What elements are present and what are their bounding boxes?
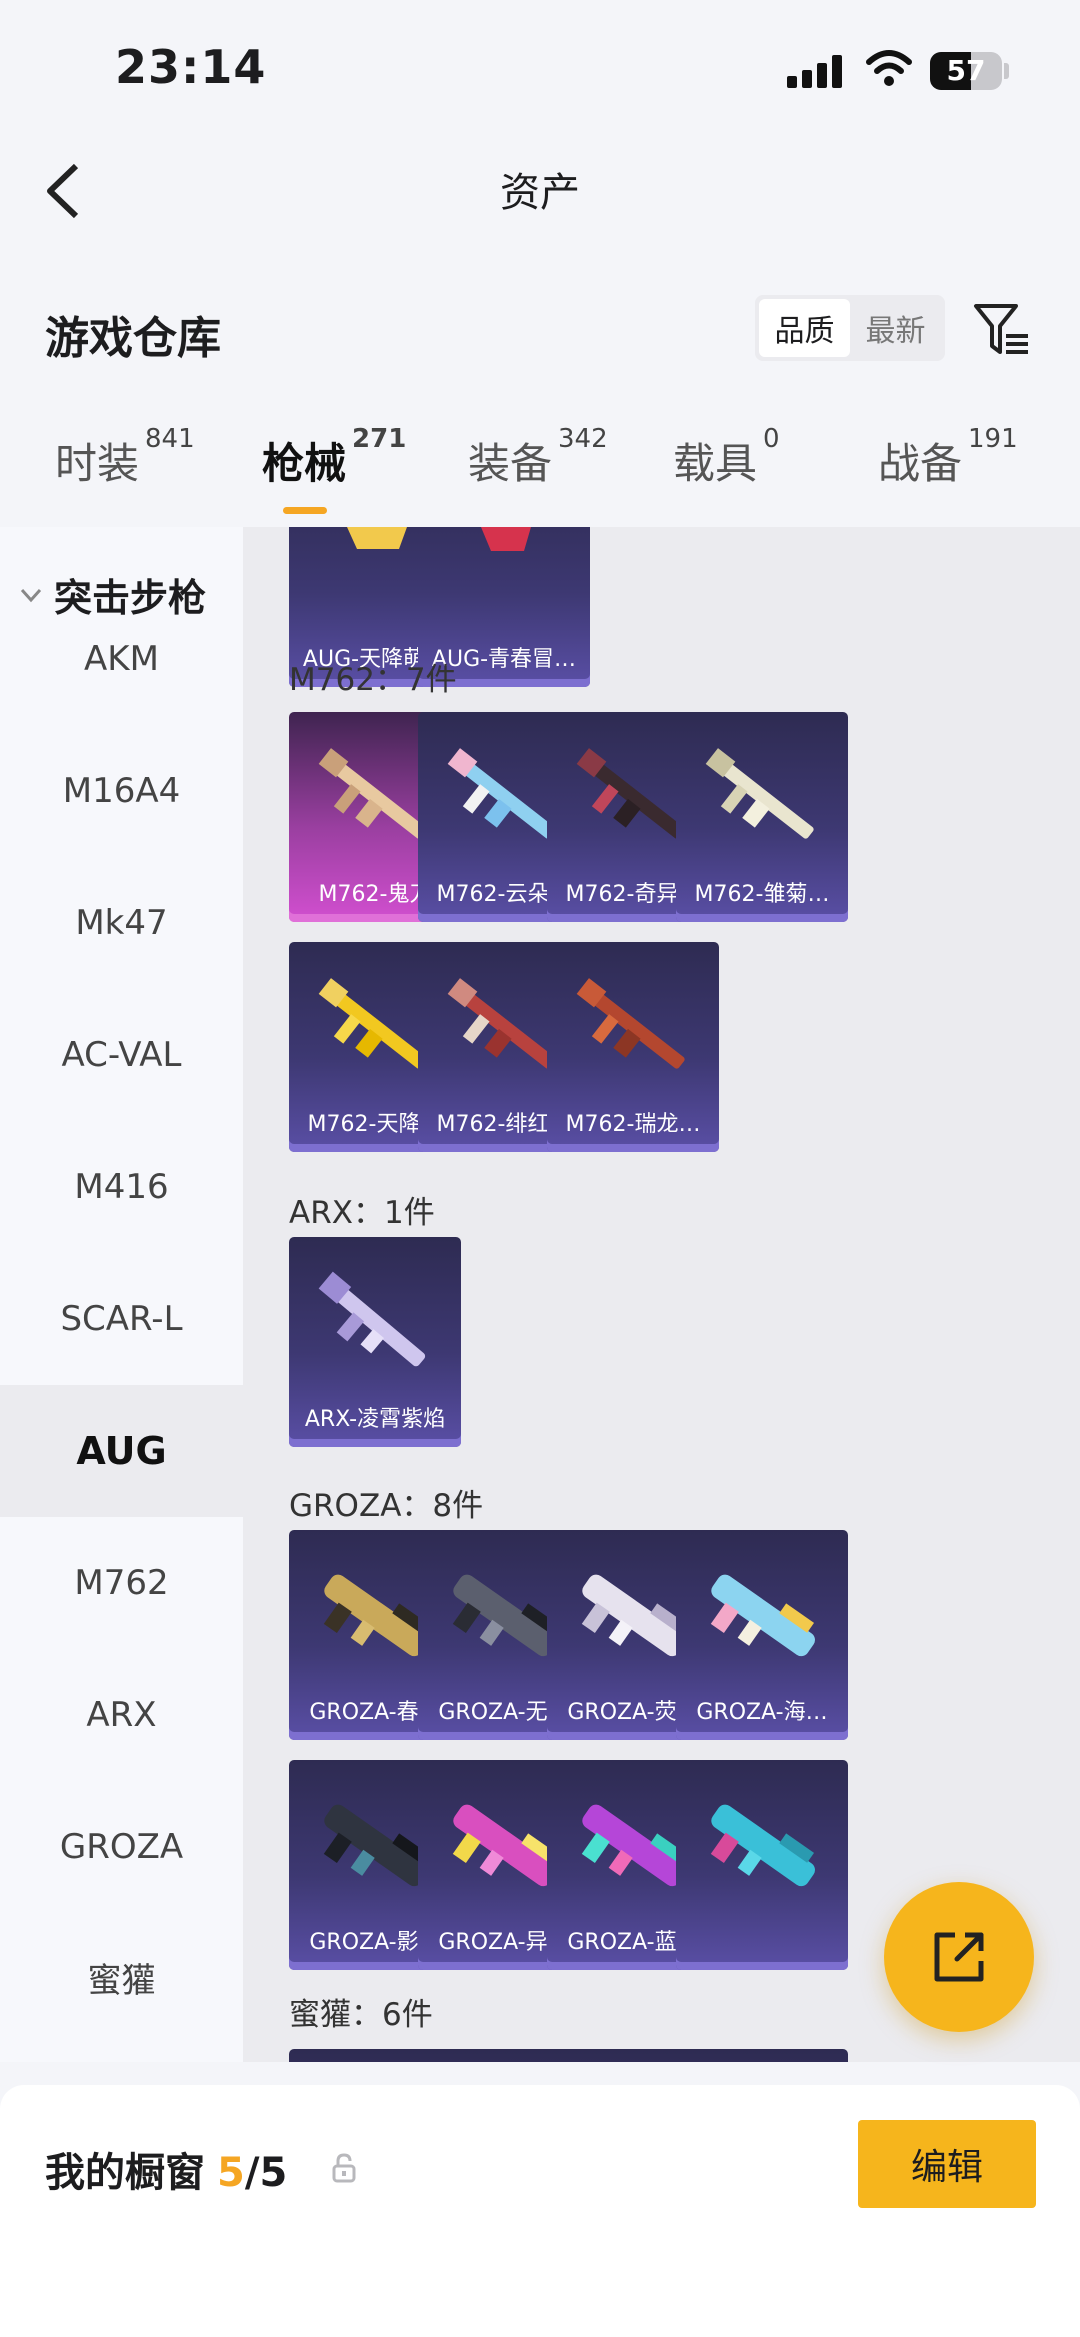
sidebar-item-arx[interactable]: ARX [0, 1649, 243, 1781]
showcase-count-total: /5 [244, 2150, 288, 2196]
lock-icon [332, 2153, 356, 2183]
sidebar-item-aug[interactable]: AUG [0, 1385, 243, 1517]
weapon-skin-image [705, 748, 814, 839]
tab-indicator [283, 507, 327, 514]
status-time: 23:14 [115, 40, 267, 94]
skin-card[interactable] [676, 2049, 848, 2062]
weapon-skin-image [481, 527, 531, 551]
group-title-groza: GROZA：8件 [289, 1488, 484, 1524]
weapon-skin-image [318, 1271, 426, 1367]
category-tabs: 时装 841 枪械 271 装备 342 载具 0 战备 191 [0, 424, 1080, 530]
tab-vehicles[interactable]: 载具 0 [673, 424, 780, 491]
tab-fashion[interactable]: 时装 841 [55, 424, 195, 491]
weapon-skin-image [710, 1574, 815, 1657]
sidebar-item-m416[interactable]: M416 [0, 1121, 243, 1253]
page-title: 资产 [500, 170, 580, 216]
skin-card[interactable]: GROZA-海… [676, 1530, 848, 1740]
sidebar-item-groza[interactable]: GROZA [0, 1781, 243, 1913]
group-title-m762: M762：7件 [289, 662, 457, 698]
battery-level: 57 [946, 54, 986, 87]
share-icon [934, 1932, 984, 1982]
sort-by-newest[interactable]: 最新 [850, 299, 941, 357]
share-button[interactable] [884, 1882, 1034, 2032]
wifi-icon [866, 50, 912, 86]
nav-bar: 资产 [0, 130, 1080, 250]
skin-card[interactable]: M762-雏菊… [676, 712, 848, 922]
showcase-label: 我的橱窗 5 /5 [45, 2150, 288, 2196]
signal-icon [787, 52, 843, 88]
sidebar-item-mk47[interactable]: Mk47 [0, 857, 243, 989]
group-title-arx: ARX：1件 [289, 1195, 435, 1231]
group-title-honey-badger: 蜜獾：6件 [289, 1997, 433, 2033]
sidebar-item-scar-l[interactable]: SCAR-L [0, 1253, 243, 1385]
battery-icon: 57 [930, 52, 1002, 90]
filter-icon[interactable] [972, 300, 1032, 360]
weapon-grid: AUG-天降萌吼 AUG-青春冒… M762：7件 6级 M762-鬼刀 M76… [243, 527, 1080, 2062]
tab-equipment[interactable]: 装备 342 [468, 424, 608, 491]
edit-button[interactable]: 编辑 [858, 2120, 1036, 2208]
section-title: 游戏仓库 [45, 313, 221, 364]
weapon-sidebar: 突击步枪 AKM M16A4 Mk47 AC-VAL M416 SCAR-L A… [0, 527, 243, 2062]
tab-firearms[interactable]: 枪械 271 [262, 424, 406, 491]
tab-supplies[interactable]: 战备 191 [878, 424, 1018, 491]
skin-card[interactable] [676, 1760, 848, 1970]
sidebar-item-honey-badger[interactable]: 蜜獾 [0, 1913, 243, 2045]
weapon-skin-image [710, 1804, 815, 1887]
skin-card[interactable]: M762-瑞龙… [547, 942, 719, 1152]
sidebar-item-ac-val[interactable]: AC-VAL [0, 989, 243, 1121]
weapon-skin-image [576, 978, 685, 1069]
status-bar: 23:14 57 [0, 0, 1080, 130]
sort-by-quality[interactable]: 品质 [759, 299, 850, 357]
sidebar-item-akm[interactable]: AKM [0, 593, 243, 725]
sidebar-item-m16a4[interactable]: M16A4 [0, 725, 243, 857]
showcase-count-current: 5 [217, 2150, 245, 2196]
sort-toggle: 品质 最新 [755, 295, 945, 361]
bottom-bar: 我的橱窗 5 /5 编辑 [0, 2085, 1080, 2337]
skin-card[interactable]: ARX-凌霄紫焰 [289, 1237, 461, 1447]
sidebar-item-m762[interactable]: M762 [0, 1517, 243, 1649]
